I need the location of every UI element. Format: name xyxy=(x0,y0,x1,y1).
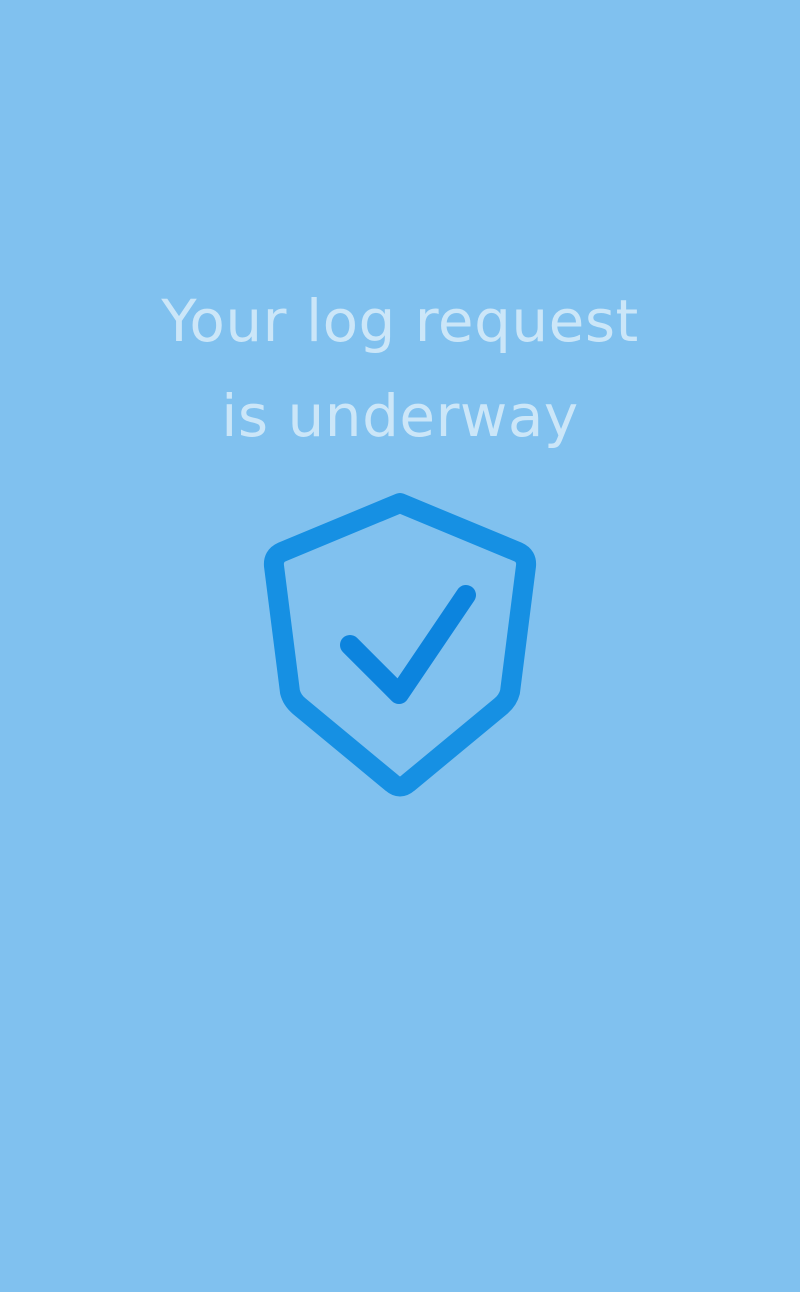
status-title-line-1: Your log request xyxy=(161,287,639,355)
status-title-line-2: is underway xyxy=(221,382,579,450)
shield-outline xyxy=(263,493,537,797)
log-request-status-screen: Your log request is underway xyxy=(0,0,800,1292)
checkmark xyxy=(340,585,476,704)
shield-check-icon xyxy=(263,493,537,797)
status-title: Your log request is underway xyxy=(0,274,800,464)
